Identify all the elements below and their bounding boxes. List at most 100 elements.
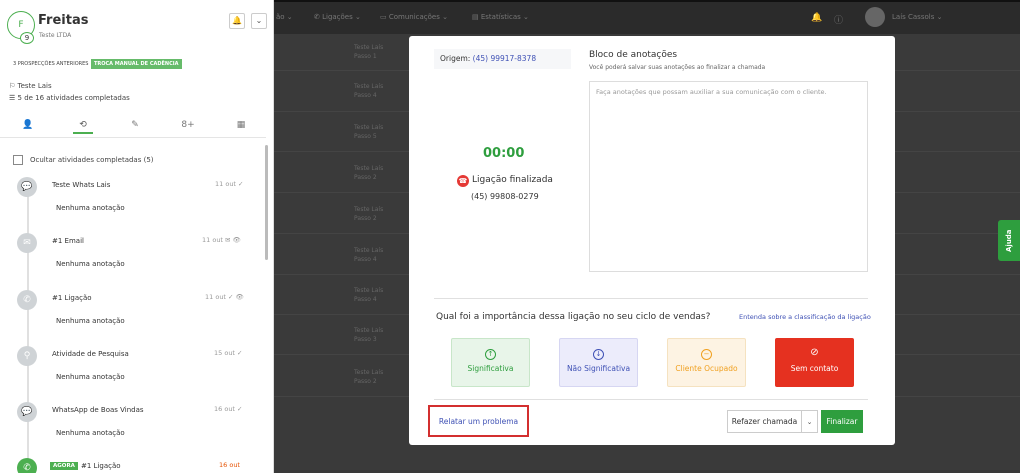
lead-owner-text: Teste Lais bbox=[17, 82, 52, 90]
flag-icon: ⚐ bbox=[9, 82, 18, 90]
call-status: Ligação finalizada bbox=[472, 175, 553, 185]
tab-calendar[interactable]: ▦ bbox=[231, 120, 251, 134]
person-icon: 👤 bbox=[22, 120, 34, 130]
list-item[interactable]: Teste Laís Passo 2 bbox=[354, 205, 383, 223]
phone-icon: ✆ bbox=[17, 290, 37, 310]
origin-number: Origem: (45) 99917-8378 bbox=[434, 49, 571, 69]
redo-call-button[interactable]: Refazer chamada bbox=[727, 410, 802, 433]
notes-textarea[interactable] bbox=[589, 81, 868, 272]
notes-subtitle: Você poderá salvar suas anotações ao fin… bbox=[589, 64, 766, 71]
report-problem-button[interactable]: Relatar um problema bbox=[428, 405, 529, 437]
list-item-sub: Passo 2 bbox=[354, 378, 377, 385]
activity-note: Nenhuma anotação bbox=[56, 204, 125, 212]
chat-icon: 💬 bbox=[17, 402, 37, 422]
client-busy-button[interactable]: − Cliente Ocupado bbox=[667, 338, 746, 387]
activity-title[interactable]: Teste Whats Lais bbox=[52, 181, 110, 189]
list-item-title: Teste Laís bbox=[354, 369, 384, 376]
avatar[interactable] bbox=[865, 7, 885, 27]
list-item[interactable]: Teste Laís Passo 4 bbox=[354, 82, 383, 100]
nav-item-communications[interactable]: ▭ Comunicações ⌄ bbox=[380, 13, 448, 21]
bell-icon: 🔔 bbox=[232, 16, 242, 25]
chart-icon: ▤ bbox=[472, 13, 481, 21]
list-item-title: Teste Laís bbox=[354, 124, 384, 131]
not-significant-label: Não Significativa bbox=[566, 364, 631, 373]
notification-bell-button[interactable]: 🔔 bbox=[229, 13, 245, 29]
list-item-sub: Passo 4 bbox=[354, 296, 377, 303]
scrollbar[interactable] bbox=[265, 145, 268, 260]
list-item[interactable]: Teste Laís Passo 3 bbox=[354, 326, 383, 344]
divider bbox=[434, 298, 868, 299]
activity-date: 15 out ✓ bbox=[214, 349, 243, 357]
hide-completed-label: Ocultar atividades completadas (5) bbox=[30, 156, 154, 164]
list-item-sub: Passo 3 bbox=[354, 336, 377, 343]
no-contact-button[interactable]: ⊘ Sem contato bbox=[775, 338, 854, 387]
not-significant-button[interactable]: ↓ Não Significativa bbox=[559, 338, 638, 387]
activity-title[interactable]: #1 Ligação bbox=[52, 294, 92, 302]
hide-completed-checkbox[interactable] bbox=[13, 155, 23, 165]
activity-title[interactable]: WhatsApp de Boas Vindas bbox=[52, 406, 144, 414]
info-icon[interactable]: ⓘ bbox=[834, 13, 843, 26]
redo-options-button[interactable]: ⌄ bbox=[802, 410, 818, 433]
activity-date: 11 out ✓ 👁 bbox=[205, 293, 244, 301]
lead-menu-button[interactable]: ⌄ bbox=[251, 13, 267, 29]
classification-question: Qual foi a importância dessa ligação no … bbox=[436, 312, 711, 322]
notes-title: Bloco de anotações bbox=[589, 50, 678, 60]
nav-item-stats[interactable]: ▤ Estatísticas ⌄ bbox=[472, 13, 529, 21]
lead-header: F 9 Freitas Teste LTDA 🔔 ⌄ bbox=[0, 0, 273, 50]
list-item[interactable]: Teste Laís Passo 2 bbox=[354, 164, 383, 182]
list-item-sub: Passo 2 bbox=[354, 174, 377, 181]
monitor-icon: ▭ bbox=[380, 13, 389, 21]
list-item-title: Teste Laís bbox=[354, 44, 384, 51]
activity-title[interactable]: Atividade de Pesquisa bbox=[52, 350, 129, 358]
list-item[interactable]: Teste Laís Passo 1 bbox=[354, 43, 383, 61]
list-item[interactable]: Teste Laís Passo 4 bbox=[354, 286, 383, 304]
tab-contacts[interactable]: 8+ bbox=[178, 120, 198, 134]
help-tab[interactable]: Ajuda bbox=[998, 220, 1020, 261]
bell-icon[interactable]: 🔔 bbox=[811, 13, 822, 23]
activity-date: 16 out ✓ bbox=[214, 405, 243, 413]
prev-prospections-tag[interactable]: 3 PROSPECÇÕES ANTERIORES bbox=[10, 59, 91, 69]
nav-item-calls[interactable]: ✆ Ligações ⌄ bbox=[314, 13, 361, 21]
history-icon: ⟲ bbox=[79, 120, 87, 130]
nav-item[interactable]: ão ⌄ bbox=[276, 13, 293, 21]
activity-note: Nenhuma anotação bbox=[56, 260, 125, 268]
cadence-change-tag[interactable]: TROCA MANUAL DE CADÊNCIA bbox=[91, 59, 182, 69]
origin-number-value: (45) 99917-8378 bbox=[472, 54, 537, 63]
call-timer: 00:00 bbox=[483, 146, 525, 161]
chat-icon: 💬 bbox=[17, 177, 37, 197]
activity-note: Nenhuma anotação bbox=[56, 317, 125, 325]
list-item[interactable]: Teste Laís Passo 4 bbox=[354, 246, 383, 264]
lead-progress-text: 5 de 16 atividades completadas bbox=[17, 94, 130, 102]
list-item-sub: Passo 1 bbox=[354, 53, 377, 60]
activity-title[interactable]: #1 Email bbox=[52, 237, 84, 245]
list-item[interactable]: Teste Laís Passo 2 bbox=[354, 368, 383, 386]
list-icon: ☰ bbox=[9, 94, 18, 102]
avatar-badge: 9 bbox=[20, 32, 34, 44]
lead-name: Freitas bbox=[38, 13, 89, 28]
list-item-title: Teste Laís bbox=[354, 83, 384, 90]
search-icon: ⚲ bbox=[17, 346, 37, 366]
activity-note: Nenhuma anotação bbox=[56, 429, 125, 437]
calendar-icon: ▦ bbox=[236, 120, 246, 130]
list-item-title: Teste Laís bbox=[354, 165, 384, 172]
classification-help-link[interactable]: Entenda sobre a classificação da ligação bbox=[739, 313, 871, 321]
significant-button[interactable]: ↑ Significativa bbox=[451, 338, 530, 387]
add-person-icon: 8+ bbox=[181, 120, 195, 130]
timeline-line bbox=[27, 186, 29, 473]
nav-item-calls-label: Ligações ⌄ bbox=[322, 13, 361, 21]
list-item-sub: Passo 4 bbox=[354, 256, 377, 263]
list-item-title: Teste Laís bbox=[354, 247, 384, 254]
user-menu[interactable]: Laís Cassols ⌄ bbox=[892, 13, 942, 21]
tab-contact[interactable]: 👤 bbox=[18, 120, 38, 134]
arrow-down-icon: ↓ bbox=[593, 349, 604, 360]
list-item[interactable]: Teste Laís Passo 5 bbox=[354, 123, 383, 141]
activity-note: Nenhuma anotação bbox=[56, 373, 125, 381]
dest-number: (45) 99808-0279 bbox=[471, 192, 539, 201]
phone-icon: ✆ bbox=[17, 458, 37, 473]
finish-button[interactable]: Finalizar bbox=[821, 410, 863, 433]
chevron-down-icon: ⌄ bbox=[806, 418, 813, 426]
tab-notes[interactable]: ✎ bbox=[125, 120, 145, 134]
tab-history[interactable]: ⟲ bbox=[73, 120, 93, 134]
activity-title[interactable]: #1 Ligação bbox=[81, 462, 121, 470]
list-item-title: Teste Laís bbox=[354, 327, 384, 334]
